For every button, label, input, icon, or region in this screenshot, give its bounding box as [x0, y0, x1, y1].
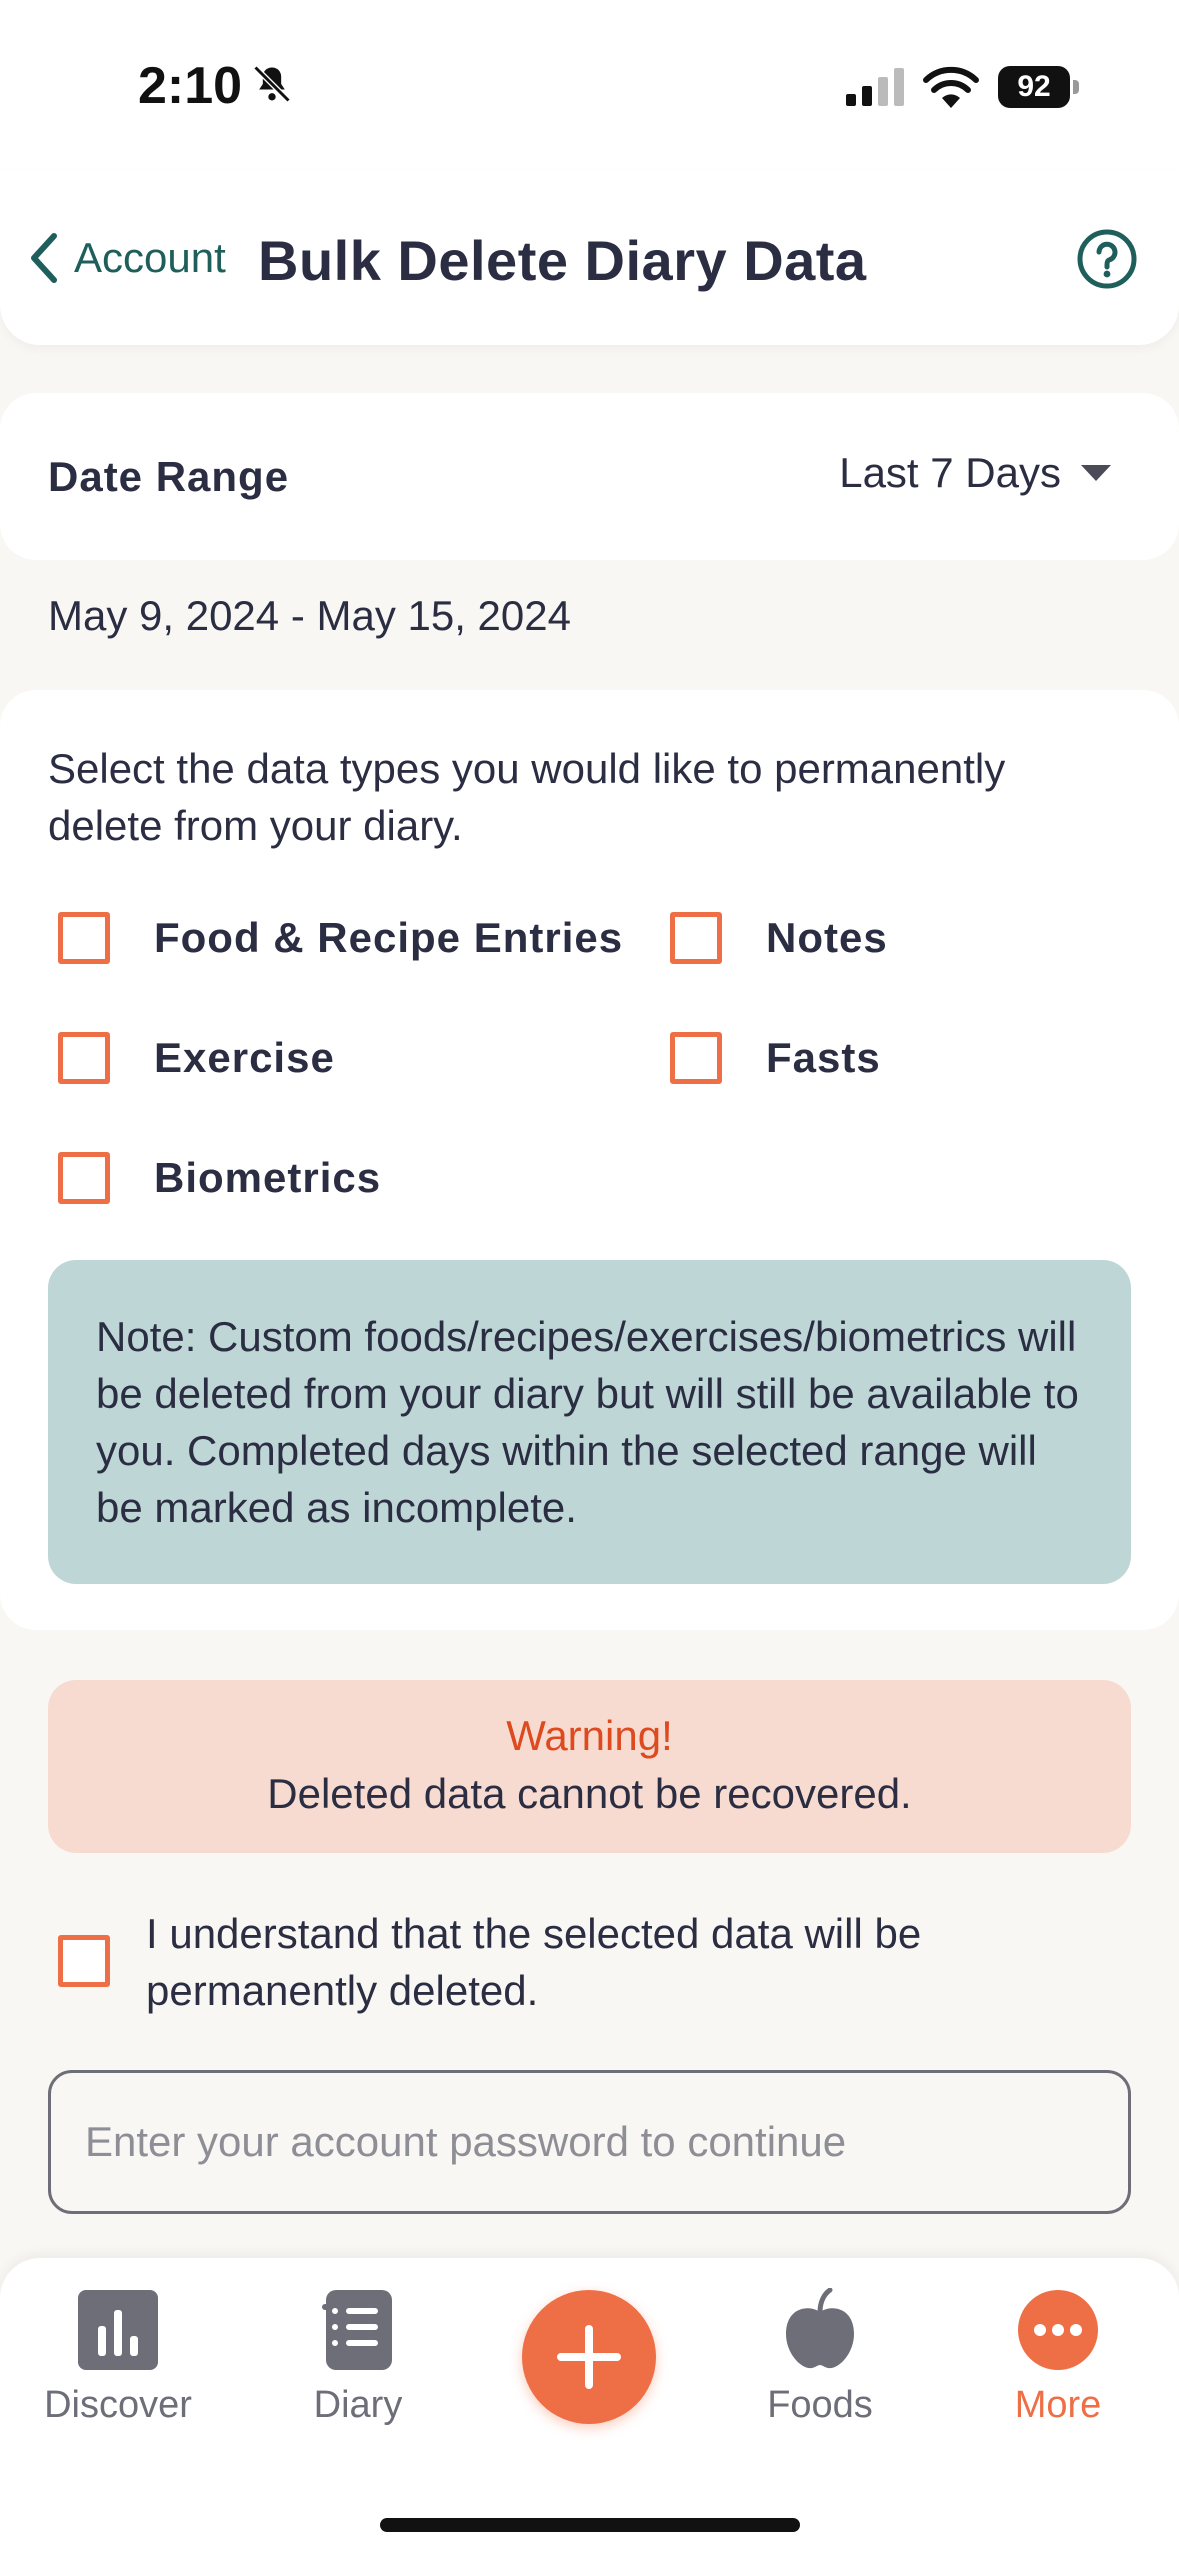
add-button[interactable]	[522, 2290, 656, 2424]
checkbox-notes[interactable]: Notes	[670, 912, 888, 964]
tab-discover[interactable]: Discover	[18, 2288, 218, 2427]
notebook-icon	[322, 2290, 392, 2370]
checkbox-label: Fasts	[766, 1034, 881, 1081]
info-note: Note: Custom foods/recipes/exercises/bio…	[48, 1260, 1131, 1584]
warning-title: Warning!	[506, 1712, 673, 1759]
battery-level: 92	[998, 66, 1070, 108]
checkbox-label: Exercise	[154, 1034, 335, 1081]
home-indicator	[380, 2518, 800, 2532]
checkbox-biometrics[interactable]: Biometrics	[58, 1152, 381, 1204]
battery-tip	[1073, 80, 1079, 94]
checkbox-box[interactable]	[58, 912, 110, 964]
checkbox-box[interactable]	[670, 1032, 722, 1084]
date-range-label: Date Range	[48, 453, 290, 500]
date-range-select[interactable]: Last 7 Days	[839, 449, 1111, 497]
page-title: Bulk Delete Diary Data	[258, 229, 867, 292]
tab-label: Foods	[767, 2384, 873, 2426]
checkbox-box[interactable]	[58, 1032, 110, 1084]
wifi-icon	[923, 66, 979, 108]
cell-signal-icon	[846, 68, 904, 106]
plus-icon	[557, 2325, 621, 2389]
date-range-span: May 9, 2024 - May 15, 2024	[48, 592, 571, 639]
tab-diary[interactable]: Diary	[258, 2288, 458, 2427]
date-range-card: Date Range Last 7 Days	[0, 393, 1179, 560]
status-time: 2:10	[138, 57, 243, 115]
tab-label: Discover	[44, 2384, 192, 2426]
caret-down-icon	[1081, 465, 1111, 481]
status-bar: 2:10 92	[0, 0, 1179, 170]
tab-label: More	[1014, 2384, 1102, 2426]
data-types-intro: Select the data types you would like to …	[48, 745, 1006, 849]
checkbox-label: Notes	[766, 914, 888, 961]
password-input[interactable]	[48, 2070, 1131, 2214]
confirm-checkbox[interactable]	[58, 1935, 110, 1987]
battery-indicator: 92	[998, 66, 1080, 108]
apple-icon	[786, 2288, 854, 2369]
checkbox-label: Food & Recipe Entries	[154, 914, 624, 961]
data-types-card: Select the data types you would like to …	[0, 690, 1179, 1630]
bell-slash-icon	[253, 65, 291, 103]
warning-text: Deleted data cannot be recovered.	[267, 1770, 912, 1817]
more-dots-icon	[1018, 2290, 1098, 2370]
confirm-checkbox-row[interactable]: I understand that the selected data will…	[58, 1905, 1086, 2019]
checkbox-box[interactable]	[670, 912, 722, 964]
checkbox-exercise[interactable]: Exercise	[58, 1032, 335, 1084]
date-range-value: Last 7 Days	[839, 449, 1061, 496]
tab-foods[interactable]: Foods	[720, 2288, 920, 2427]
tab-label: Diary	[313, 2384, 403, 2426]
header: Account Bulk Delete Diary Data	[0, 170, 1179, 345]
bar-chart-icon	[78, 2290, 158, 2370]
help-icon[interactable]	[1076, 228, 1138, 290]
checkbox-label: Biometrics	[154, 1154, 382, 1201]
tab-more[interactable]: More	[958, 2288, 1158, 2427]
chevron-left-icon	[31, 233, 57, 283]
confirm-label: I understand that the selected data will…	[146, 1910, 922, 2014]
checkbox-box[interactable]	[58, 1152, 110, 1204]
back-label: Account	[74, 234, 226, 281]
checkbox-food-recipe-entries[interactable]: Food & Recipe Entries	[58, 912, 623, 964]
warning-box: Warning! Deleted data cannot be recovere…	[48, 1680, 1131, 1853]
back-button[interactable]: Account	[24, 228, 226, 288]
checkbox-fasts[interactable]: Fasts	[670, 1032, 881, 1084]
